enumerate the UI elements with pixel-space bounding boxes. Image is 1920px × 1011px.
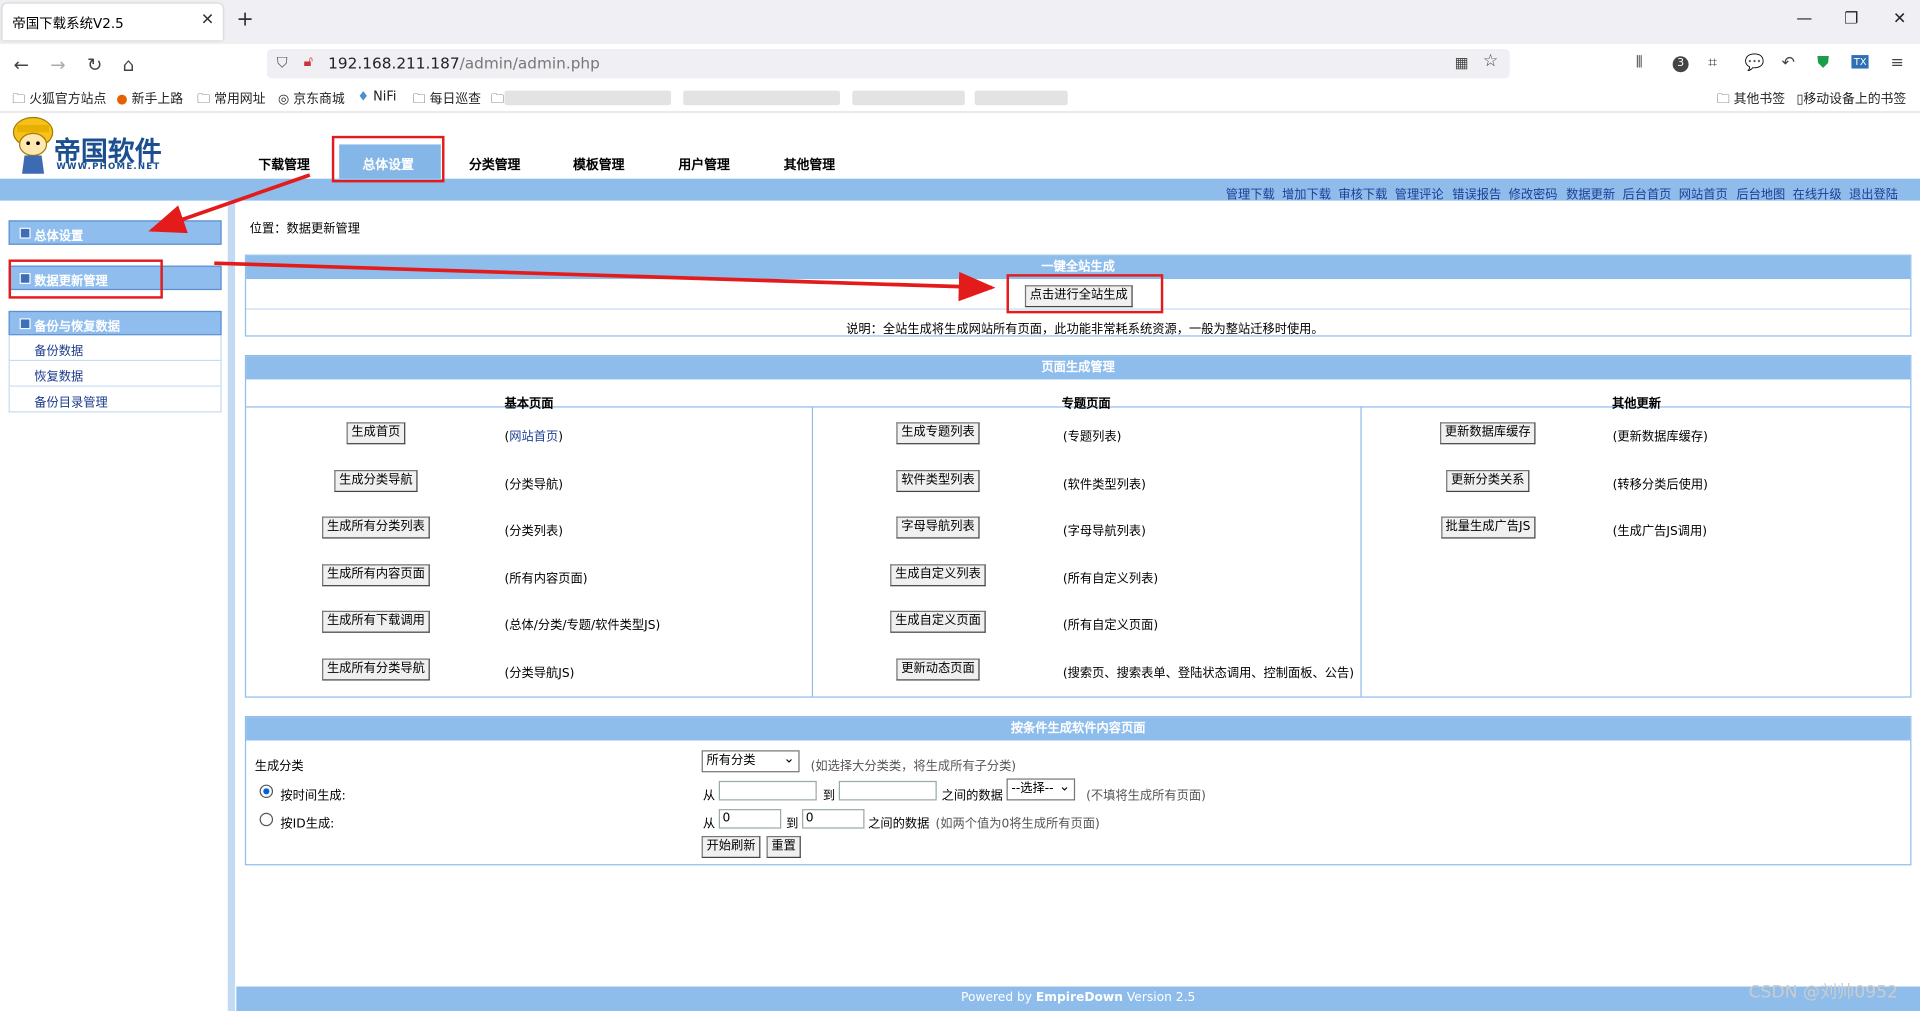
arrow-to-sidebar <box>148 173 311 234</box>
arrow-to-button <box>214 261 996 302</box>
annotation-arrows <box>148 173 996 302</box>
